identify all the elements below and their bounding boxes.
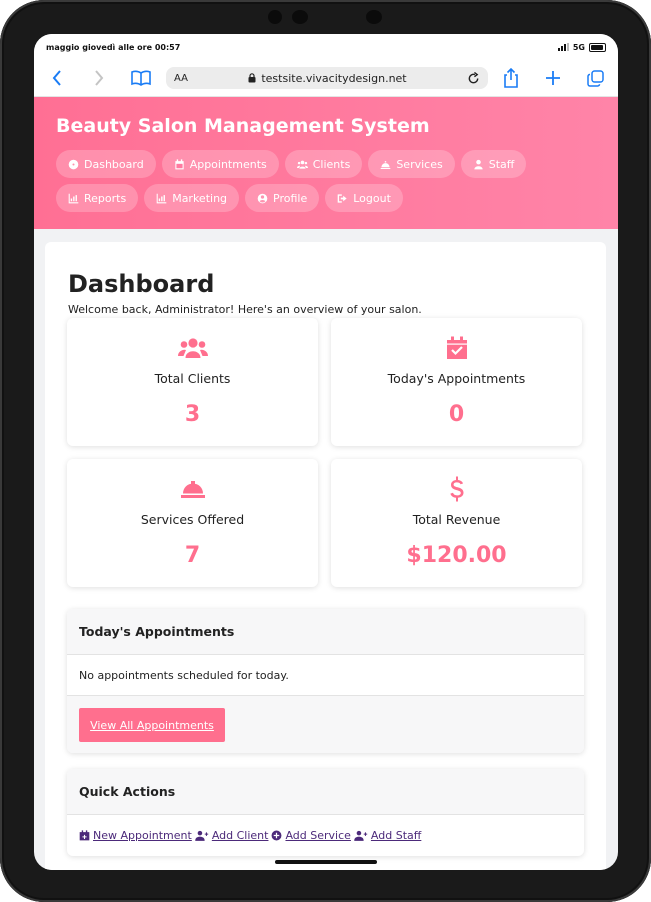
app-title: Beauty Salon Management System <box>56 115 430 137</box>
calendar-plus-icon <box>79 829 90 840</box>
back-button[interactable] <box>44 65 70 91</box>
page-title: Dashboard <box>68 270 215 298</box>
users-icon <box>296 160 308 169</box>
chart-icon <box>68 193 79 203</box>
nav-dashboard[interactable]: Dashboard <box>56 150 156 178</box>
address-bar[interactable]: AA testsite.vivacitydesign.net <box>166 67 488 89</box>
book-icon <box>131 70 151 86</box>
add-service-link[interactable]: Add Service <box>271 829 351 842</box>
home-indicator <box>275 860 377 864</box>
nav-marketing[interactable]: Marketing <box>144 184 240 212</box>
reload-icon[interactable] <box>467 71 480 85</box>
share-icon <box>504 68 518 88</box>
quick-actions-panel: Quick Actions New Appointment Add Client <box>67 769 584 856</box>
add-staff-link[interactable]: Add Staff <box>354 829 421 842</box>
stat-card-total-revenue: Total Revenue $120.00 <box>331 459 582 587</box>
main-nav: Dashboard Appointments Clients Services … <box>56 150 596 212</box>
share-button[interactable] <box>498 65 524 91</box>
signal-icon <box>557 43 569 51</box>
front-camera <box>292 10 308 24</box>
add-client-link[interactable]: Add Client <box>195 829 268 842</box>
stat-label: Today's Appointments <box>387 371 526 386</box>
user-circle-icon <box>257 193 268 203</box>
nav-services[interactable]: Services <box>368 150 455 178</box>
dashboard-icon <box>68 159 79 169</box>
stat-card-total-clients: Total Clients 3 <box>67 318 318 446</box>
forward-button[interactable] <box>86 65 112 91</box>
front-sensor-2 <box>366 10 382 24</box>
user-plus-icon <box>354 830 368 841</box>
logout-icon <box>337 193 347 203</box>
chart-icon <box>156 193 167 203</box>
stat-label: Services Offered <box>140 512 245 527</box>
stat-card-todays-appointments: Today's Appointments 0 <box>331 318 582 446</box>
app-header: Beauty Salon Management System Dashboard… <box>34 97 618 229</box>
tablet-frame: maggio giovedì alle ore 00:57 5G AA test… <box>0 0 651 902</box>
user-plus-icon <box>195 830 209 841</box>
user-icon <box>474 159 483 169</box>
status-time: maggio giovedì alle ore 00:57 <box>46 42 181 52</box>
text-size-button[interactable]: AA <box>174 73 188 84</box>
stat-value: 7 <box>184 543 201 568</box>
users-icon <box>177 338 208 358</box>
new-tab-button[interactable] <box>540 65 566 91</box>
browser-toolbar: AA testsite.vivacitydesign.net <box>34 60 618 97</box>
stat-label: Total Clients <box>154 371 231 386</box>
plus-circle-icon <box>272 830 282 840</box>
panel-title: Today's Appointments <box>67 609 584 655</box>
empty-state-text: No appointments scheduled for today. <box>79 668 289 682</box>
bell-concierge-icon <box>180 481 205 498</box>
chevron-left-icon <box>52 70 61 86</box>
stat-value: 0 <box>448 402 465 427</box>
plus-icon <box>546 71 560 85</box>
bell-concierge-icon <box>381 160 391 169</box>
dashboard-card: Dashboard Welcome back, Administrator! H… <box>45 242 606 870</box>
tabs-button[interactable] <box>582 65 608 91</box>
stat-card-services-offered: Services Offered 7 <box>67 459 318 587</box>
nav-clients[interactable]: Clients <box>284 150 363 178</box>
bookmarks-button[interactable] <box>128 65 154 91</box>
dollar-icon <box>449 476 463 502</box>
chevron-right-icon <box>95 70 104 86</box>
nav-appointments[interactable]: Appointments <box>161 150 279 178</box>
view-all-appointments-button[interactable]: View All Appointments <box>79 708 225 742</box>
calendar-check-icon <box>446 336 467 359</box>
calendar-icon <box>175 158 184 169</box>
battery-icon <box>589 42 606 52</box>
lock-icon <box>248 73 256 83</box>
panel-title: Quick Actions <box>67 769 584 815</box>
screen: maggio giovedì alle ore 00:57 5G AA test… <box>34 34 618 870</box>
welcome-text: Welcome back, Administrator! Here's an o… <box>68 303 422 316</box>
new-appointment-link[interactable]: New Appointment <box>79 829 192 842</box>
front-sensor <box>268 10 282 24</box>
nav-logout[interactable]: Logout <box>325 184 403 212</box>
stat-value: $120.00 <box>406 543 507 568</box>
tabs-icon <box>586 69 604 87</box>
todays-appointments-panel: Today's Appointments No appointments sch… <box>67 609 584 753</box>
stat-label: Total Revenue <box>412 512 501 527</box>
nav-profile[interactable]: Profile <box>245 184 320 212</box>
status-bar: maggio giovedì alle ore 00:57 5G <box>34 34 618 60</box>
network-label: 5G <box>572 42 585 52</box>
url-text: testsite.vivacitydesign.net <box>261 71 407 85</box>
nav-reports[interactable]: Reports <box>56 184 139 212</box>
nav-staff[interactable]: Staff <box>460 150 527 178</box>
stat-value: 3 <box>184 402 201 427</box>
